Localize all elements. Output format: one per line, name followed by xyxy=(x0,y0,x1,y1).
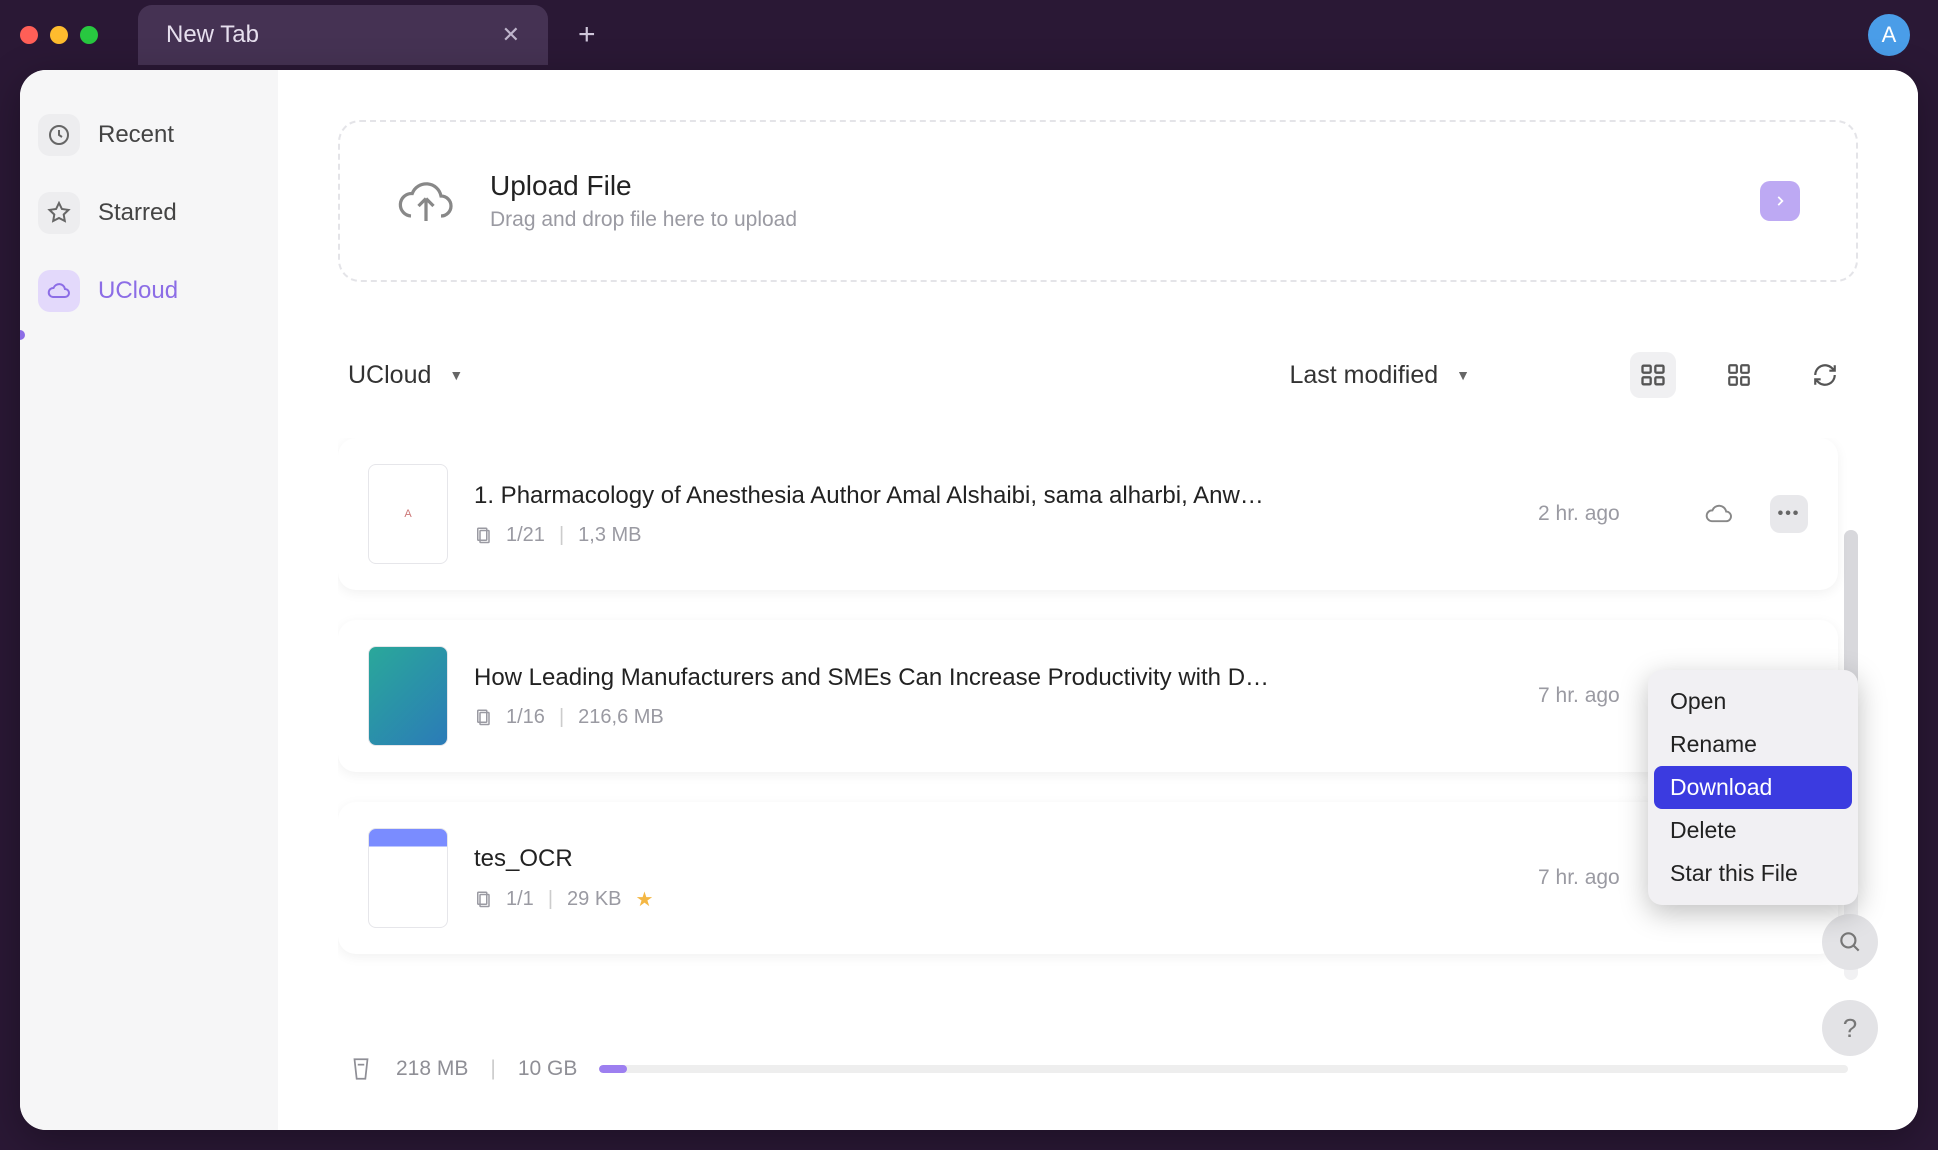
caret-down-icon: ▼ xyxy=(449,367,463,383)
storage-total: 10 GB xyxy=(518,1057,578,1081)
storage-icon xyxy=(348,1056,374,1082)
file-name: How Leading Manufacturers and SMEs Can I… xyxy=(474,664,1274,692)
file-meta: 1/21 | 1,3 MB xyxy=(474,524,1512,547)
file-info: How Leading Manufacturers and SMEs Can I… xyxy=(474,664,1512,729)
upload-text: Upload File Drag and drop file here to u… xyxy=(490,170,797,232)
sidebar-item-label: UCloud xyxy=(98,277,178,305)
caret-down-icon: ▼ xyxy=(1456,367,1470,383)
upload-expand-button[interactable] xyxy=(1760,181,1800,221)
minimize-window-button[interactable] xyxy=(50,26,68,44)
location-label: UCloud xyxy=(348,361,431,390)
file-list: A 1. Pharmacology of Anesthesia Author A… xyxy=(338,438,1858,1028)
file-size: 1,3 MB xyxy=(578,524,641,547)
maximize-window-button[interactable] xyxy=(80,26,98,44)
menu-item-download[interactable]: Download xyxy=(1654,766,1852,809)
grid-view-button[interactable] xyxy=(1716,352,1762,398)
sort-label: Last modified xyxy=(1289,361,1438,390)
file-info: tes_OCR 1/1 | 29 KB ★ xyxy=(474,845,1512,912)
storage-progress xyxy=(599,1065,1848,1073)
sidebar-item-recent[interactable]: Recent xyxy=(38,110,260,160)
meta-divider: | xyxy=(548,888,553,911)
active-indicator-dot xyxy=(20,330,25,340)
context-menu: Open Rename Download Delete Star this Fi… xyxy=(1648,670,1858,905)
storage-divider: | xyxy=(490,1057,495,1081)
pages-icon xyxy=(474,526,492,544)
main-content: Upload File Drag and drop file here to u… xyxy=(278,70,1918,1130)
menu-item-delete[interactable]: Delete xyxy=(1654,809,1852,852)
sidebar-item-ucloud[interactable]: UCloud xyxy=(38,266,260,316)
clock-icon xyxy=(38,114,80,156)
upload-title: Upload File xyxy=(490,170,797,202)
help-button[interactable]: ? xyxy=(1822,1000,1878,1056)
close-window-button[interactable] xyxy=(20,26,38,44)
file-thumbnail: A xyxy=(368,464,448,564)
menu-item-rename[interactable]: Rename xyxy=(1654,723,1852,766)
file-name: 1. Pharmacology of Anesthesia Author Ama… xyxy=(474,482,1274,510)
location-dropdown[interactable]: UCloud ▼ xyxy=(348,361,463,390)
sidebar-item-label: Recent xyxy=(98,121,174,149)
file-pages: 1/1 xyxy=(506,888,534,911)
menu-item-open[interactable]: Open xyxy=(1654,680,1852,723)
file-thumbnail xyxy=(368,828,448,928)
star-icon xyxy=(38,192,80,234)
file-info: 1. Pharmacology of Anesthesia Author Ama… xyxy=(474,482,1512,547)
meta-divider: | xyxy=(559,706,564,729)
file-pages: 1/21 xyxy=(506,524,545,547)
file-more-button[interactable]: ••• xyxy=(1770,495,1808,533)
upload-subtitle: Drag and drop file here to upload xyxy=(490,208,797,232)
file-size: 29 KB xyxy=(567,888,621,911)
list-view-button[interactable] xyxy=(1630,352,1676,398)
app-window: Recent Starred UCloud Upload File Drag a… xyxy=(20,70,1918,1130)
menu-item-star[interactable]: Star this File xyxy=(1654,852,1852,895)
browser-tab[interactable]: New Tab ✕ xyxy=(138,5,548,65)
sort-dropdown[interactable]: Last modified ▼ xyxy=(1289,361,1470,390)
file-pages: 1/16 xyxy=(506,706,545,729)
file-size: 216,6 MB xyxy=(578,706,664,729)
file-modified-time: 2 hr. ago xyxy=(1538,502,1678,526)
list-toolbar: UCloud ▼ Last modified ▼ xyxy=(338,352,1858,398)
cloud-sync-icon xyxy=(1704,502,1744,526)
cloud-upload-icon xyxy=(396,176,456,226)
titlebar: New Tab ✕ + A xyxy=(0,0,1938,70)
new-tab-button[interactable]: + xyxy=(578,18,596,52)
storage-bar: 218 MB | 10 GB xyxy=(338,1048,1858,1090)
file-row[interactable]: A 1. Pharmacology of Anesthesia Author A… xyxy=(338,438,1838,590)
pages-icon xyxy=(474,708,492,726)
refresh-button[interactable] xyxy=(1802,352,1848,398)
tab-title: New Tab xyxy=(166,21,482,49)
search-button[interactable] xyxy=(1822,914,1878,970)
file-row[interactable]: How Leading Manufacturers and SMEs Can I… xyxy=(338,620,1838,772)
storage-progress-fill xyxy=(599,1065,626,1073)
file-row[interactable]: tes_OCR 1/1 | 29 KB ★ 7 hr. ago ••• xyxy=(338,802,1838,954)
upload-dropzone[interactable]: Upload File Drag and drop file here to u… xyxy=(338,120,1858,282)
pages-icon xyxy=(474,890,492,908)
storage-used: 218 MB xyxy=(396,1057,468,1081)
sidebar-item-starred[interactable]: Starred xyxy=(38,188,260,238)
avatar[interactable]: A xyxy=(1868,14,1910,56)
sidebar-item-label: Starred xyxy=(98,199,177,227)
file-meta: 1/16 | 216,6 MB xyxy=(474,706,1512,729)
close-tab-button[interactable]: ✕ xyxy=(502,22,520,48)
meta-divider: | xyxy=(559,524,564,547)
file-name: tes_OCR xyxy=(474,845,1274,873)
star-icon: ★ xyxy=(636,887,654,912)
avatar-letter: A xyxy=(1882,22,1897,48)
file-thumbnail xyxy=(368,646,448,746)
file-meta: 1/1 | 29 KB ★ xyxy=(474,887,1512,912)
sidebar: Recent Starred UCloud xyxy=(20,70,278,1130)
window-controls xyxy=(20,26,98,44)
cloud-icon xyxy=(38,270,80,312)
